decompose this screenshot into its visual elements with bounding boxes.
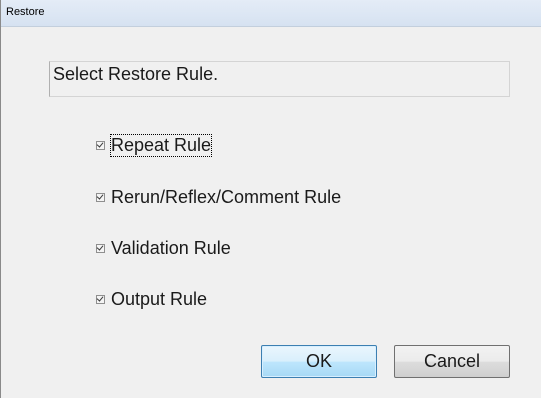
rerun-reflex-comment-rule-label[interactable]: Rerun/Reflex/Comment Rule <box>111 187 341 208</box>
cancel-button[interactable]: Cancel <box>394 345 510 378</box>
prompt-text: Select Restore Rule. <box>53 64 219 84</box>
prompt-box: Select Restore Rule. <box>49 61 510 97</box>
repeat-rule-label[interactable]: Repeat Rule <box>109 133 213 157</box>
validation-rule-option[interactable]: Validation Rule <box>96 236 231 260</box>
restore-dialog: Restore Select Restore Rule. Repeat Rule… <box>0 0 541 398</box>
validation-rule-label[interactable]: Validation Rule <box>111 238 231 259</box>
window-title: Restore <box>6 6 45 18</box>
ok-button[interactable]: OK <box>261 345 377 378</box>
rerun-reflex-comment-rule-checkbox[interactable] <box>96 192 105 202</box>
output-rule-option[interactable]: Output Rule <box>96 287 207 311</box>
output-rule-label[interactable]: Output Rule <box>111 289 207 310</box>
repeat-rule-checkbox[interactable] <box>96 140 105 150</box>
output-rule-checkbox[interactable] <box>96 294 105 304</box>
rerun-reflex-comment-rule-option[interactable]: Rerun/Reflex/Comment Rule <box>96 185 341 209</box>
validation-rule-checkbox[interactable] <box>96 243 105 253</box>
repeat-rule-option[interactable]: Repeat Rule <box>96 133 213 157</box>
title-bar[interactable]: Restore <box>1 0 541 27</box>
